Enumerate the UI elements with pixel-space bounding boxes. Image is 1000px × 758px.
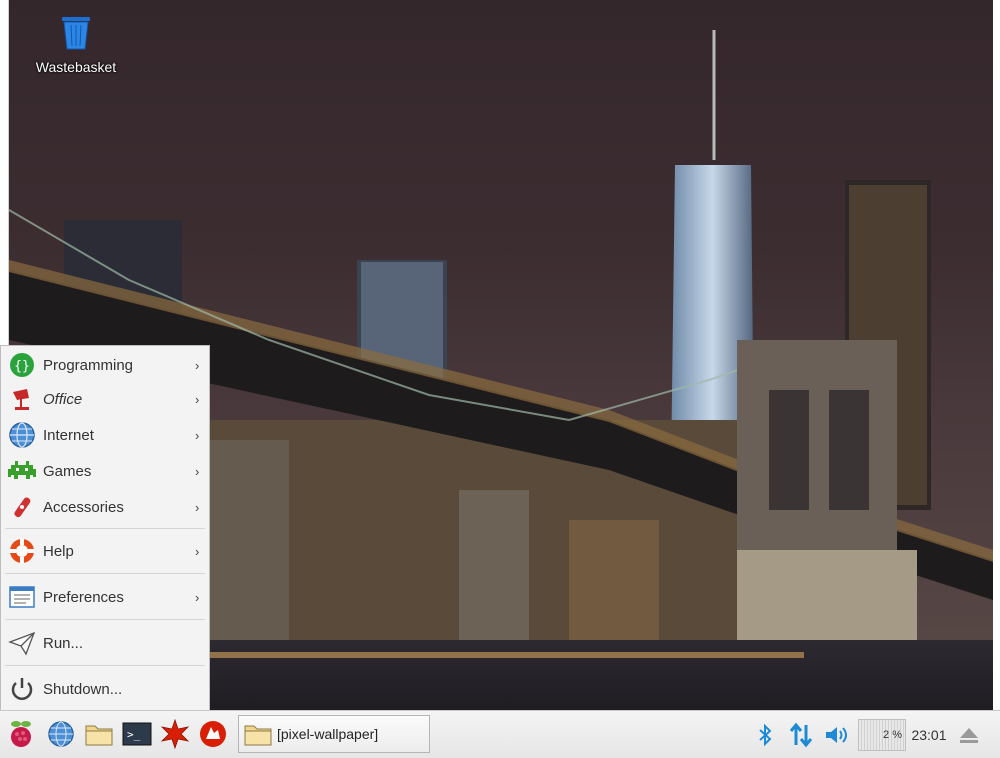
eject-icon <box>960 728 978 743</box>
web-browser-button[interactable] <box>44 717 78 751</box>
submenu-arrow-icon: › <box>195 499 200 515</box>
cpu-usage-label: 2 % <box>883 729 902 741</box>
mathematica-icon <box>160 719 190 749</box>
menu-item-games[interactable]: Games › <box>1 454 209 488</box>
globe-icon <box>5 418 39 452</box>
network-icon <box>789 722 813 748</box>
menu-item-preferences[interactable]: Preferences › <box>1 580 209 614</box>
start-menu: {} Programming › Office › Internet › Gam… <box>0 345 210 712</box>
office-icon <box>5 382 39 416</box>
raspberry-menu-icon <box>11 721 31 747</box>
menu-item-office[interactable]: Office › <box>1 382 209 416</box>
menu-separator <box>5 528 205 529</box>
menu-item-internet[interactable]: Internet › <box>1 418 209 452</box>
menu-item-accessories[interactable]: Accessories › <box>1 490 209 524</box>
svg-text:>_: >_ <box>127 728 141 741</box>
wolfram-icon <box>200 721 226 747</box>
run-icon <box>5 626 39 660</box>
submenu-arrow-icon: › <box>195 427 200 443</box>
web-browser-icon <box>48 721 74 747</box>
menu-item-shutdown[interactable]: Shutdown... <box>1 672 209 706</box>
clock-label: 23:01 <box>911 727 947 743</box>
cpu-monitor[interactable]: 2 % <box>858 719 906 751</box>
bluetooth-button[interactable] <box>752 719 778 751</box>
file-manager-button[interactable] <box>82 717 116 751</box>
terminal-icon: >_ <box>122 722 152 746</box>
programming-icon: {} <box>5 348 39 382</box>
terminal-button[interactable]: >_ <box>120 717 154 751</box>
submenu-arrow-icon: › <box>195 357 200 373</box>
submenu-arrow-icon: › <box>195 543 200 559</box>
wolfram-button[interactable] <box>196 717 230 751</box>
desktop-icon-wastebasket[interactable]: Wastebasket <box>21 12 131 75</box>
menu-item-programming[interactable]: {} Programming › <box>1 348 209 382</box>
taskbar-window-label: [pixel-wallpaper] <box>277 726 379 742</box>
menu-separator <box>5 573 205 574</box>
svg-text:{}: {} <box>14 359 30 374</box>
menu-separator <box>5 619 205 620</box>
power-icon <box>5 672 39 706</box>
file-manager-icon <box>85 725 113 746</box>
games-icon <box>5 454 39 488</box>
taskbar: >_ [pixel-wallpaper] 2 % 23:01 <box>0 710 1000 758</box>
menu-item-help[interactable]: Help › <box>1 534 209 568</box>
accessories-icon <box>5 490 39 524</box>
trash-icon <box>62 17 90 50</box>
mathematica-button[interactable] <box>158 717 192 751</box>
menu-separator <box>5 665 205 666</box>
volume-button[interactable] <box>822 719 854 751</box>
help-icon <box>5 534 39 568</box>
desktop-icon-label: Wastebasket <box>35 59 117 75</box>
submenu-arrow-icon: › <box>195 589 200 605</box>
clock[interactable]: 23:01 <box>908 719 950 751</box>
eject-button[interactable] <box>954 719 984 751</box>
submenu-arrow-icon: › <box>195 391 200 407</box>
volume-icon <box>826 727 847 743</box>
network-button[interactable] <box>786 719 816 751</box>
menu-item-run[interactable]: Run... <box>1 626 209 660</box>
folder-icon <box>244 725 272 746</box>
preferences-icon <box>5 580 39 614</box>
taskbar-window-button[interactable]: [pixel-wallpaper] <box>238 715 430 753</box>
menu-button[interactable] <box>4 717 38 751</box>
submenu-arrow-icon: › <box>195 463 200 479</box>
bluetooth-icon <box>759 723 772 747</box>
